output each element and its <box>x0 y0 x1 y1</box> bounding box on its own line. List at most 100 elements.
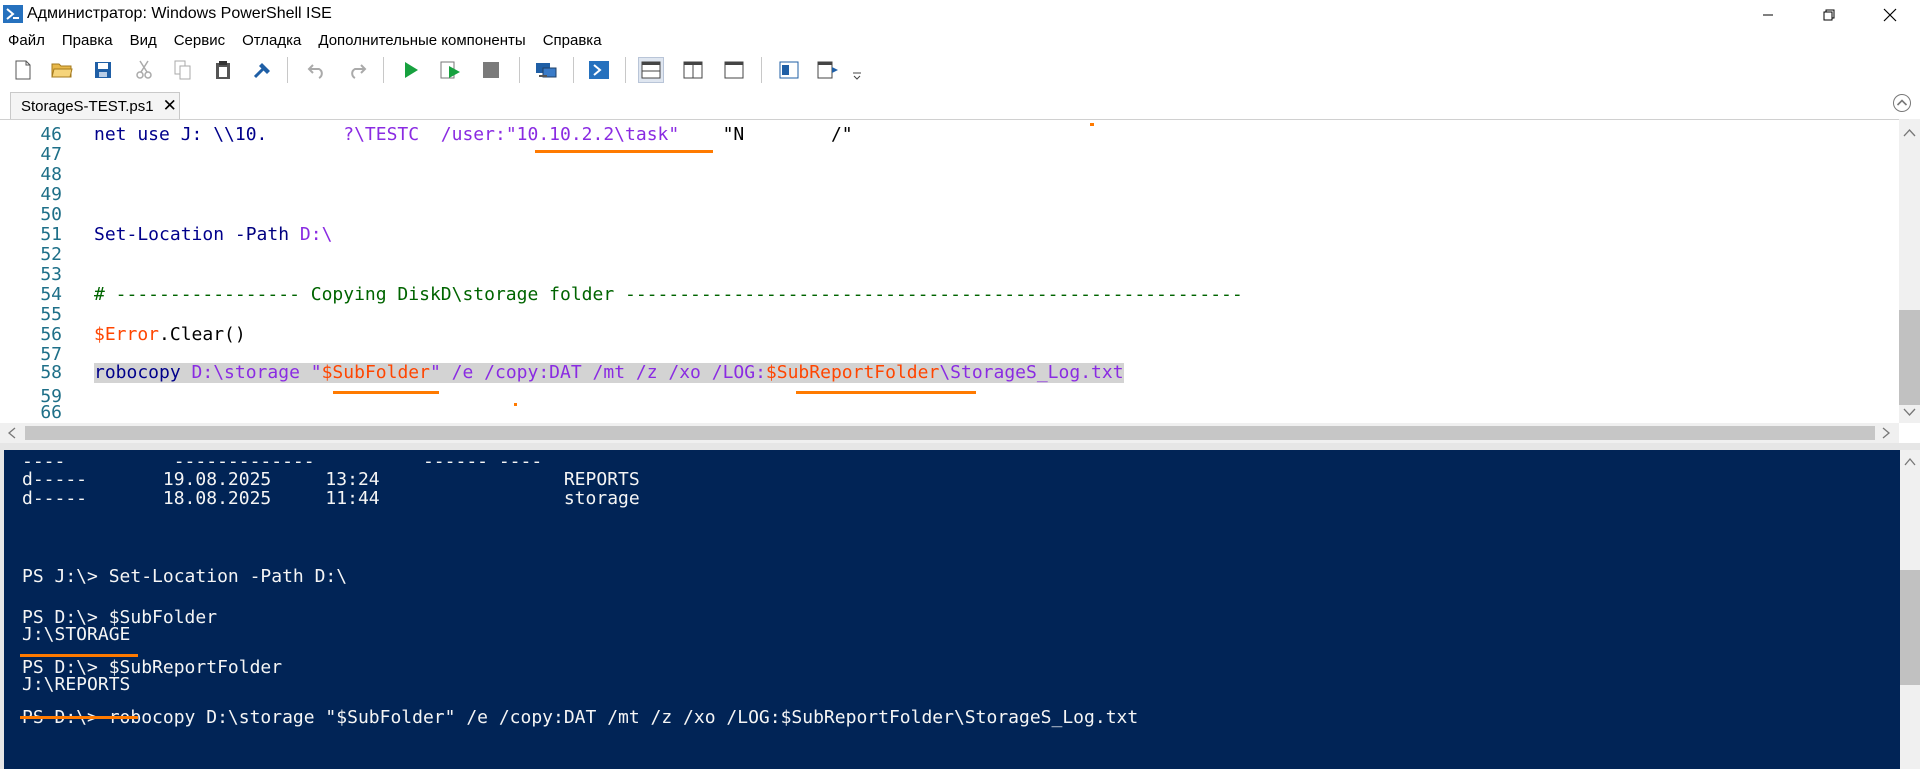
line-number: 54 <box>40 284 62 305</box>
line-number: 47 <box>40 144 62 165</box>
start-powershell-button[interactable] <box>586 57 612 83</box>
paste-icon <box>216 61 230 79</box>
highlight-underline <box>796 391 976 394</box>
code-text: net use J: \\10. ?\TESTC /user:"10.10.2.… <box>94 125 853 145</box>
scroll-right-icon[interactable] <box>1878 423 1894 443</box>
show-script-pane-right-icon <box>683 61 703 79</box>
redo-icon <box>351 64 367 79</box>
show-commands-button[interactable] <box>776 57 802 83</box>
open-icon <box>51 63 73 78</box>
toolbar-separator <box>287 57 288 83</box>
toolbar-separator <box>625 57 626 83</box>
console-vertical-scroll-thumb[interactable] <box>1900 570 1920 685</box>
code-token: ?\TESTC /user: <box>343 124 506 145</box>
code-token: "10.10.2.2\task" <box>505 124 680 145</box>
tab-label: StorageS-TEST.ps1 <box>21 97 154 115</box>
open-button[interactable] <box>49 57 75 83</box>
scroll-up-icon[interactable] <box>1899 125 1920 141</box>
minimize-button[interactable] <box>1738 0 1798 29</box>
console-line: PS D:\> robocopy D:\storage "$SubFolder"… <box>22 707 1139 728</box>
code-token: /" <box>830 124 853 145</box>
undo-icon <box>307 64 323 79</box>
menu-debug[interactable]: Отладка <box>234 32 310 49</box>
tab-strip <box>0 87 1920 119</box>
console-line: d----- 19.08.2025 13:24 REPORTS <box>22 469 640 490</box>
powershell-ise-icon <box>3 5 23 23</box>
code-token: /e /copy:DAT /mt /z /xo /LOG: <box>440 362 766 383</box>
menu-addons[interactable]: Дополнительные компоненты <box>310 32 534 49</box>
highlight-underline <box>20 654 138 657</box>
menu-tools[interactable]: Сервис <box>166 32 234 49</box>
copy-button[interactable] <box>170 57 196 83</box>
code-token: $Error <box>94 324 160 345</box>
code-text: Set-Location -Path D:\ <box>94 225 332 245</box>
console-line: PS J:\> Set-Location -Path D:\ <box>22 566 348 587</box>
code-token: $SubFolder <box>321 362 430 383</box>
stop-button[interactable] <box>478 57 504 83</box>
show-addon-button[interactable] <box>815 57 841 83</box>
highlight-underline <box>333 391 439 394</box>
collapse-script-pane-icon[interactable] <box>1892 93 1912 113</box>
menu-view[interactable]: Вид <box>122 32 166 49</box>
highlight-underline <box>20 716 138 719</box>
highlight-underline <box>514 403 517 406</box>
line-number: 50 <box>40 204 62 225</box>
code-text: robocopy D:\storage "$SubFolder" /e /cop… <box>94 363 1124 383</box>
remote-tab-button[interactable] <box>533 57 559 83</box>
script-pane-right-button[interactable] <box>680 57 706 83</box>
cut-icon <box>136 60 152 79</box>
more-button[interactable] <box>852 67 862 81</box>
code-token: .Clear() <box>159 324 246 345</box>
close-window-button[interactable] <box>1860 0 1920 29</box>
code-token: $SubReportFolder <box>765 362 940 383</box>
show-commands-icon <box>779 61 799 79</box>
save-button[interactable] <box>90 57 116 83</box>
restore-icon <box>1823 9 1835 20</box>
code-token: # ----------------- Copying DiskD\storag… <box>94 284 1243 305</box>
run-icon <box>405 62 418 78</box>
undo-button[interactable] <box>304 57 330 83</box>
line-number: 48 <box>40 164 62 185</box>
paste-button[interactable] <box>210 57 236 83</box>
line-number: 52 <box>40 244 62 265</box>
toolbar-separator <box>573 57 574 83</box>
code-token: -Path <box>224 224 290 245</box>
clear-icon <box>253 63 270 79</box>
toolbar-separator <box>383 57 384 83</box>
cut-button[interactable] <box>131 57 157 83</box>
scroll-down-icon[interactable] <box>1899 404 1920 420</box>
code-token: \StorageS_Log.txt <box>939 362 1124 383</box>
restore-button[interactable] <box>1799 0 1859 29</box>
toolbar-separator <box>519 57 520 83</box>
new-button[interactable] <box>10 57 36 83</box>
console-pane[interactable]: ---- ------------- ------ ---- d----- 19.… <box>4 450 1900 769</box>
editor-horizontal-scroll-thumb[interactable] <box>25 426 1875 440</box>
script-pane-top-button[interactable] <box>638 57 664 83</box>
code-token: "N <box>722 124 745 145</box>
more-icon <box>853 72 861 80</box>
run-button[interactable] <box>398 57 424 83</box>
line-number: 46 <box>40 124 62 145</box>
editor-vertical-scroll-thumb[interactable] <box>1899 310 1920 405</box>
menu-file[interactable]: Файл <box>0 32 54 49</box>
toolbar-separator <box>761 57 762 83</box>
run-selection-button[interactable] <box>438 57 464 83</box>
code-token: D:\storage <box>180 362 311 383</box>
menu-edit[interactable]: Правка <box>54 32 122 49</box>
close-tab-icon[interactable]: ✕ <box>163 96 177 116</box>
script-editor[interactable]: 46 net use J: \\10. ?\TESTC /user:"10.10.… <box>0 119 1899 424</box>
show-addon-icon <box>817 61 838 79</box>
line-number: 49 <box>40 184 62 205</box>
menu-help[interactable]: Справка <box>535 32 611 49</box>
scroll-up-icon[interactable] <box>1900 454 1920 470</box>
code-token: robocopy <box>94 362 181 383</box>
clear-button[interactable] <box>250 57 276 83</box>
highlight-underline <box>535 150 713 153</box>
script-pane-maximized-button[interactable] <box>721 57 747 83</box>
redo-button[interactable] <box>344 57 370 83</box>
scroll-left-icon[interactable] <box>4 423 20 443</box>
tab-script[interactable]: StorageS-TEST.ps1 ✕ <box>10 92 180 119</box>
remote-icon <box>536 63 557 78</box>
code-token: net use J: \\10. <box>94 124 268 145</box>
pane-splitter[interactable] <box>0 443 1920 450</box>
